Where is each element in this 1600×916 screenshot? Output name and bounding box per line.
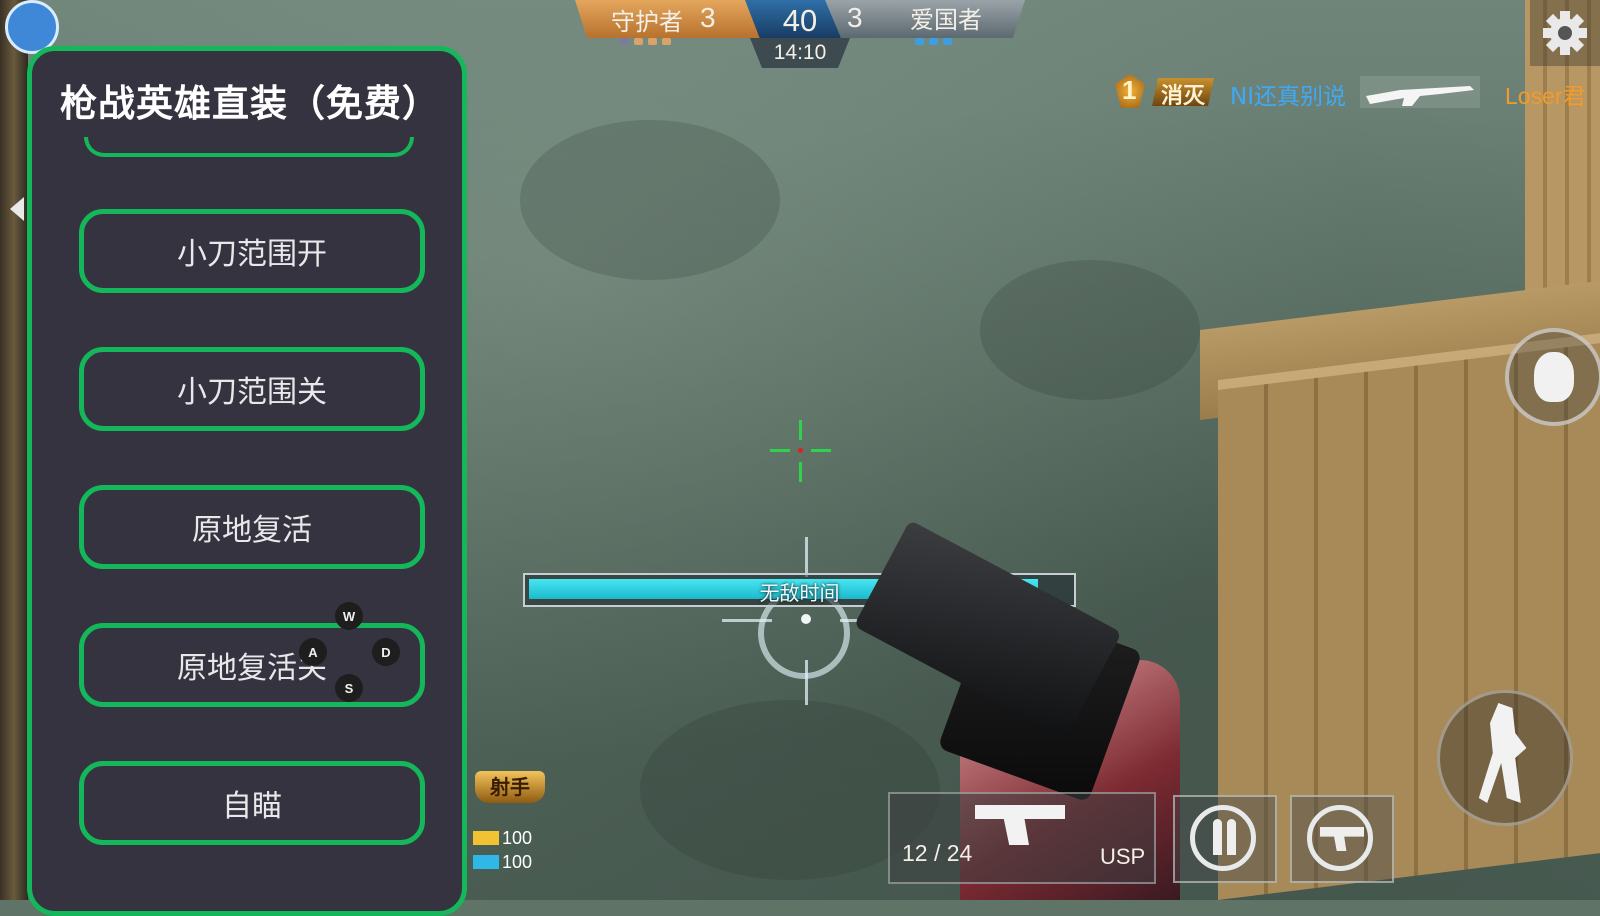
knife-range-on-button[interactable]: 小刀范围开 <box>79 209 425 293</box>
respawn-in-place-off-button[interactable]: 原地复活关 <box>79 623 425 707</box>
crosshair-bottom <box>799 462 802 482</box>
crosshair-top <box>799 420 802 440</box>
key-a: A <box>299 638 327 666</box>
reload-button[interactable] <box>1173 795 1277 883</box>
match-timer: 14:10 <box>773 41 827 64</box>
health-bar <box>473 855 499 869</box>
grenade-icon <box>1534 352 1574 402</box>
auto-aim-button[interactable]: 自瞄 <box>79 761 425 845</box>
bullet-icon <box>1227 819 1236 855</box>
aim-dot <box>801 614 811 624</box>
collapse-arrow-icon[interactable] <box>10 197 24 221</box>
crosshair-center <box>798 448 803 453</box>
team-left-dots <box>620 38 671 45</box>
kill-feed: 1 消灭 NI还真别说 Loser君 <box>1115 72 1600 112</box>
kill-killer-name: Loser君 <box>1505 83 1586 109</box>
key-d: D <box>372 638 400 666</box>
team-right-score: 3 <box>847 2 863 33</box>
door-frame <box>0 0 28 900</box>
switch-weapon-button[interactable] <box>1290 795 1394 883</box>
menu-hidden-button-edge[interactable] <box>84 137 414 157</box>
wall-stain <box>980 260 1200 400</box>
cheat-menu-panel[interactable]: 枪战英雄直装（免费） 小刀范围开 小刀范围关 原地复活 原地复活关 自瞄 <box>27 46 467 916</box>
aim-line-top <box>805 537 808 577</box>
ammo-count: 12 / 24 <box>902 840 973 866</box>
aim-line-left <box>722 619 772 622</box>
jump-button[interactable] <box>1437 690 1573 826</box>
health-value: 100 <box>502 851 533 872</box>
bullet-icon <box>1213 819 1222 855</box>
team-left-panel: 守护者 3 <box>575 0 775 38</box>
rifle-icon <box>1360 76 1480 108</box>
key-w: W <box>335 602 363 630</box>
grenade-button[interactable] <box>1505 328 1600 426</box>
team-right-name: 爱国者 <box>910 6 982 34</box>
team-right-dots <box>915 38 952 45</box>
kill-tag-label: 消灭 <box>1161 84 1206 109</box>
weapon-name: USP <box>1100 844 1146 869</box>
timer-panel: 14:10 <box>750 38 850 68</box>
team-right-panel: 3 爱国者 <box>825 0 1025 38</box>
team-left-score: 3 <box>700 2 716 33</box>
crosshair-right <box>811 449 831 452</box>
armor-row: 100 <box>473 826 532 850</box>
settings-gear-icon <box>1543 11 1587 55</box>
wall-stain <box>520 120 780 280</box>
knife-range-off-button[interactable]: 小刀范围关 <box>79 347 425 431</box>
jump-icon <box>1478 703 1527 803</box>
menu-title: 枪战英雄直装（免费） <box>60 82 440 125</box>
armor-bar <box>473 831 499 845</box>
armor-value: 100 <box>502 827 533 848</box>
aim-line-bottom <box>805 660 808 705</box>
score-bar: 守护者 3 40 14:10 3 爱国者 <box>575 0 1025 68</box>
rank-badge: 射手 <box>475 771 545 803</box>
kill-rank-number: 1 <box>1122 75 1137 105</box>
reload-icon <box>1190 805 1256 871</box>
kill-victim-name: NI还真别说 <box>1230 84 1346 110</box>
health-row: 100 <box>473 850 532 874</box>
respawn-in-place-button[interactable]: 原地复活 <box>79 485 425 569</box>
key-s: S <box>335 674 363 702</box>
settings-button[interactable] <box>1530 0 1600 66</box>
team-left-name: 守护者 <box>611 8 683 36</box>
crosshair-left <box>770 449 790 452</box>
player-stats: 100 100 <box>473 826 532 874</box>
